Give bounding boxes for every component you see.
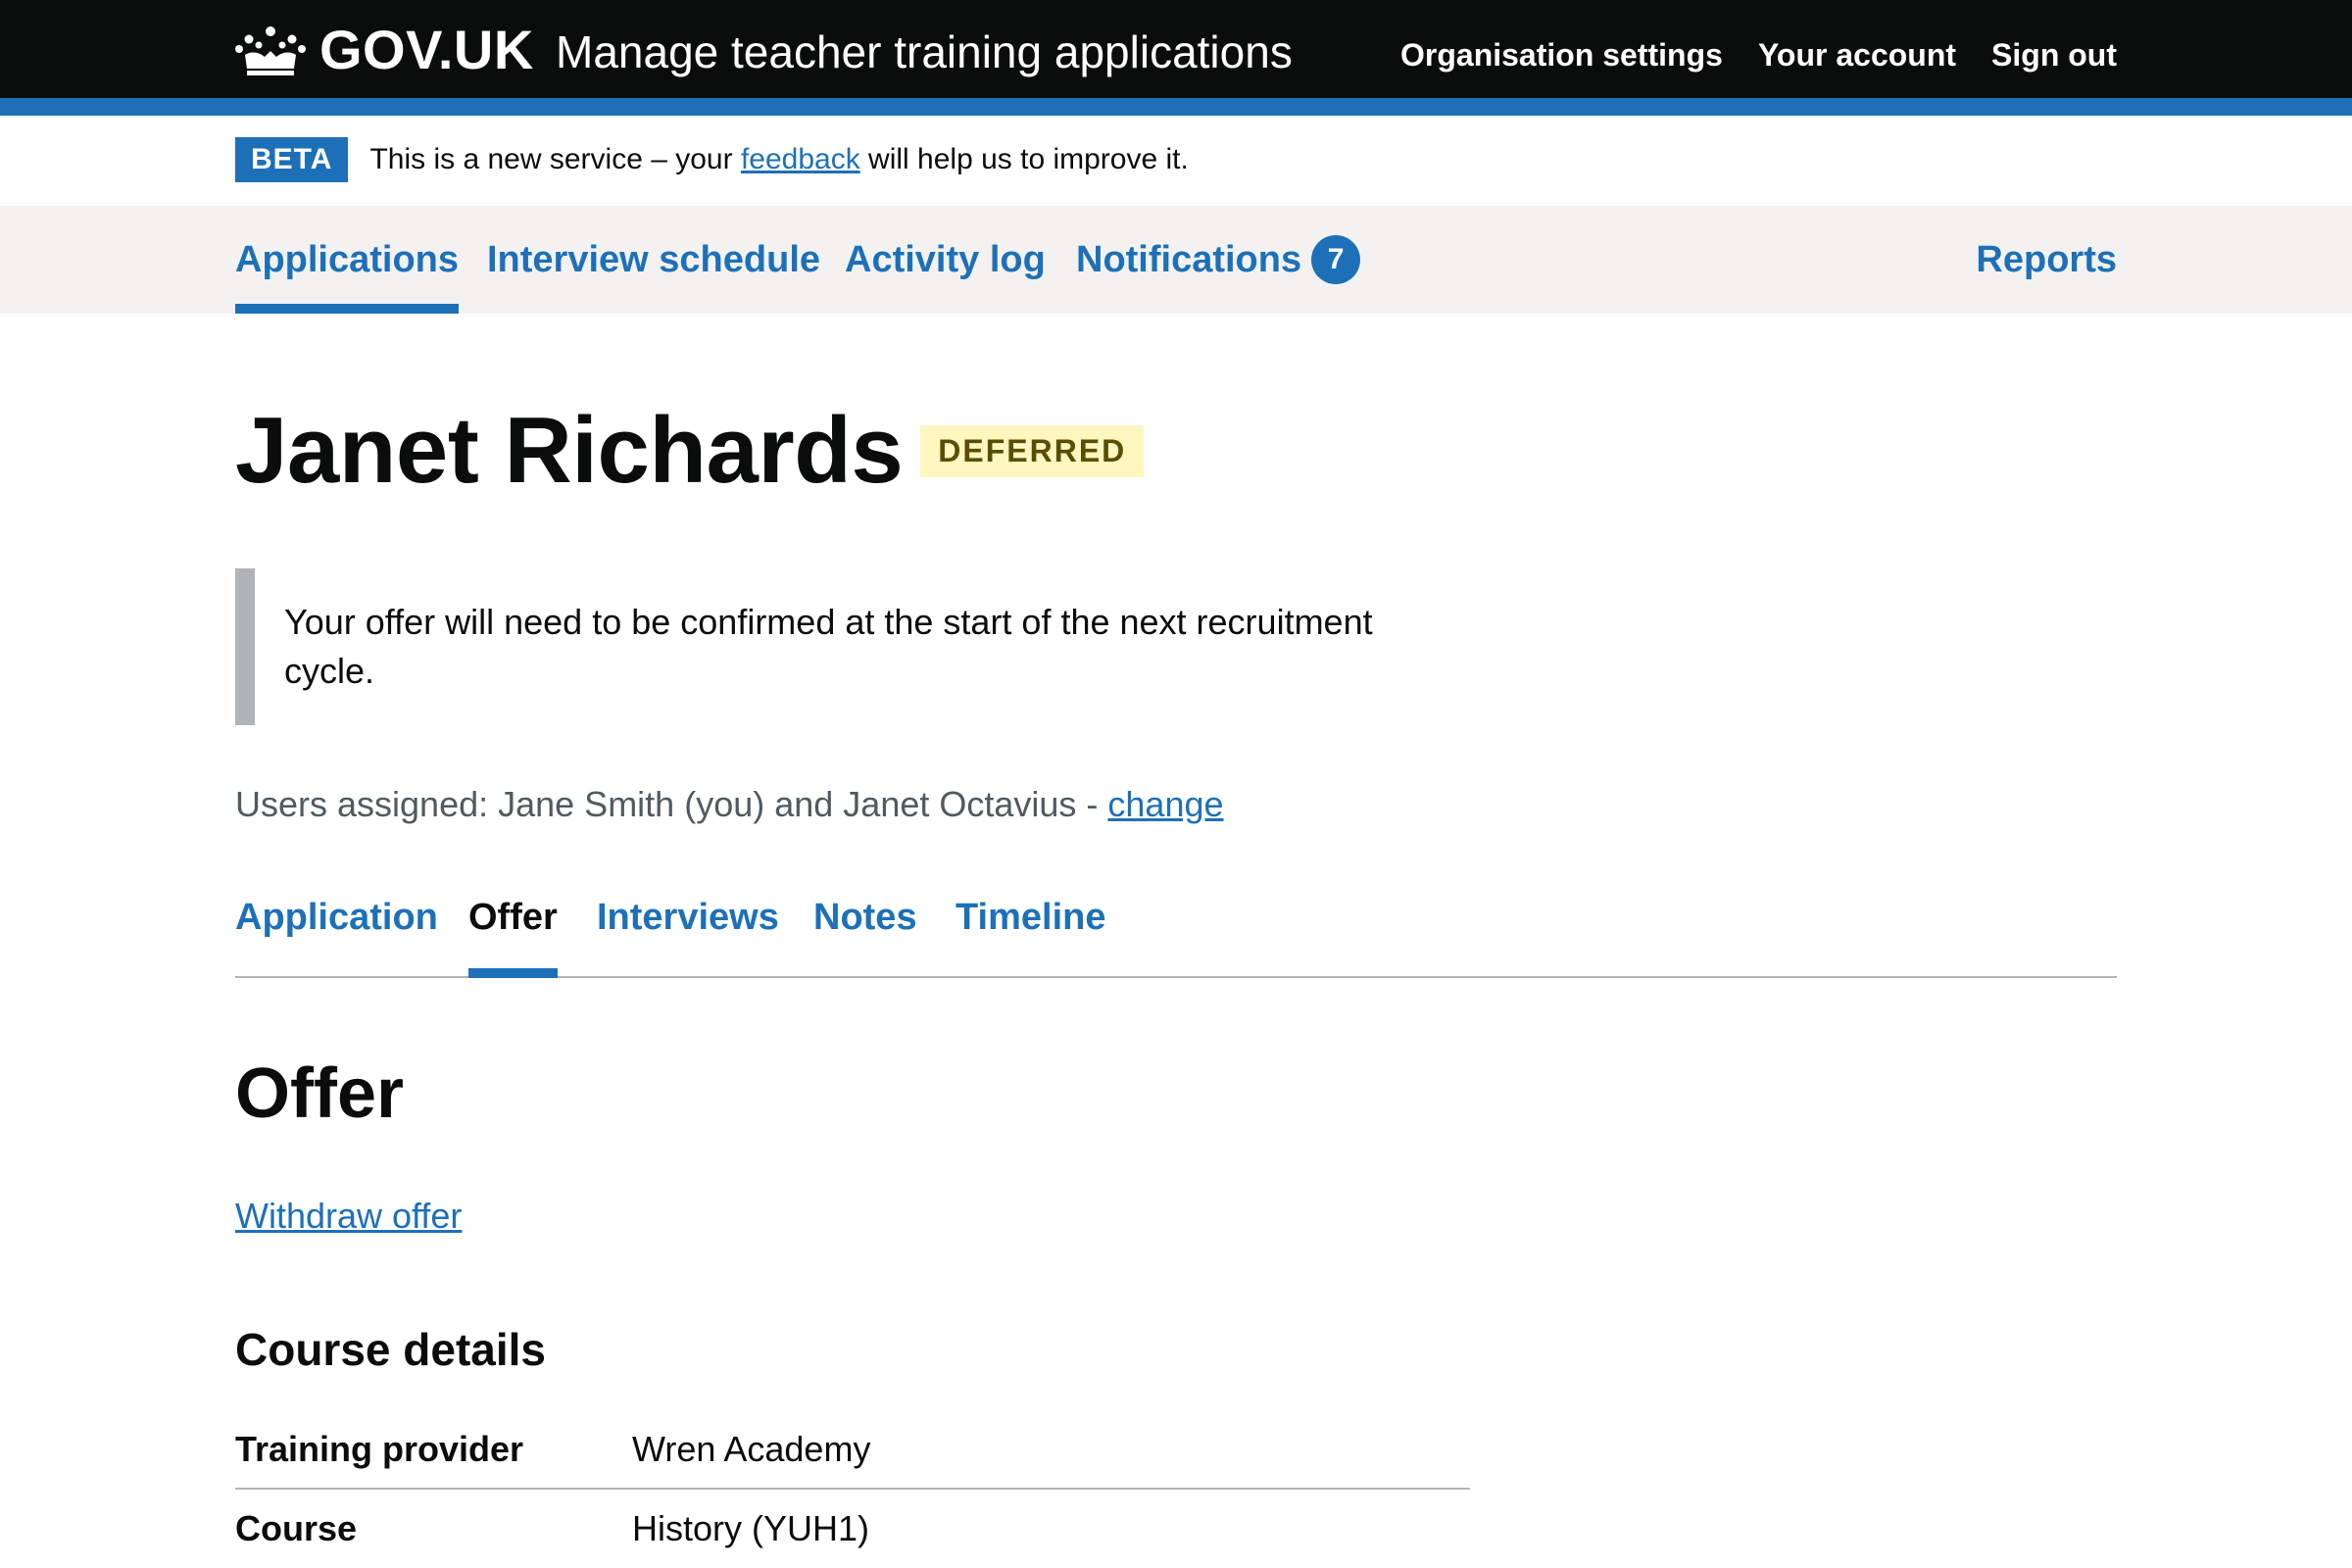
logo-text: GOV.UK (319, 18, 534, 80)
header-navigation: Organisation settings Your account Sign … (1400, 37, 2117, 74)
tab-notes[interactable]: Notes (813, 892, 917, 978)
section-title: Offer (235, 1054, 405, 1133)
summary-key: Training provider (235, 1429, 524, 1469)
page-title: Janet Richards (235, 398, 904, 503)
summary-key: Course (235, 1508, 358, 1548)
users-assigned: Users assigned: Jane Smith (you) and Jan… (235, 784, 1224, 825)
beta-text-before: This is a new service – your (369, 143, 741, 175)
course-details-summary: Training provider Wren Academy Course Hi… (235, 1411, 1470, 1568)
phase-banner: BETA This is a new service – your feedba… (235, 137, 1189, 182)
summary-row-course: Course History (YUH1) (235, 1490, 1470, 1568)
summary-value: Wren Academy (632, 1429, 871, 1469)
course-details-heading: Course details (235, 1324, 546, 1375)
status-badge: DEFERRED (920, 424, 1145, 477)
tab-offer[interactable]: Offer (468, 892, 558, 978)
summary-row-training-provider: Training provider Wren Academy (235, 1411, 1470, 1490)
tab-application[interactable]: Application (235, 892, 438, 978)
your-account-link[interactable]: Your account (1758, 37, 1956, 74)
beta-text-after: will help us to improve it. (859, 143, 1189, 175)
nav-interview-schedule[interactable]: Interview schedule (487, 206, 820, 314)
crown-icon (235, 26, 306, 75)
withdraw-offer-link[interactable]: Withdraw offer (235, 1196, 462, 1237)
tab-interviews[interactable]: Interviews (597, 892, 779, 978)
change-users-link[interactable]: change (1107, 784, 1223, 824)
beta-text: This is a new service – your feedback wi… (369, 143, 1188, 176)
nav-reports[interactable]: Reports (1976, 206, 2117, 314)
application-sub-navigation: Application Offer Interviews Notes Timel… (235, 892, 2117, 978)
nav-applications[interactable]: Applications (235, 206, 460, 314)
users-assigned-text: Users assigned: Jane Smith (you) and Jan… (235, 784, 1108, 824)
tab-timeline[interactable]: Timeline (956, 892, 1105, 978)
notifications-count-badge: 7 (1311, 235, 1361, 284)
inset-text: Your offer will need to be confirmed at … (235, 568, 1431, 725)
candidate-heading: Janet Richards DEFERRED (235, 397, 1145, 505)
nav-notifications[interactable]: Notifications 7 (1076, 206, 1361, 314)
govuk-logo-link[interactable]: GOV.UK (235, 18, 534, 80)
site-header: GOV.UK Manage teacher training applicati… (0, 0, 2352, 98)
beta-tag: BETA (235, 137, 349, 182)
nav-activity-log[interactable]: Activity log (845, 206, 1046, 314)
nav-notifications-label: Notifications (1076, 238, 1302, 280)
organisation-settings-link[interactable]: Organisation settings (1400, 37, 1723, 74)
primary-navigation: Applications Interview schedule Activity… (0, 206, 2352, 314)
feedback-link[interactable]: feedback (741, 143, 860, 175)
service-name-link[interactable]: Manage teacher training applications (556, 25, 1293, 78)
summary-value: History (YUH1) (632, 1508, 870, 1548)
header-blue-stripe (0, 98, 2352, 116)
sign-out-link[interactable]: Sign out (1991, 37, 2117, 74)
